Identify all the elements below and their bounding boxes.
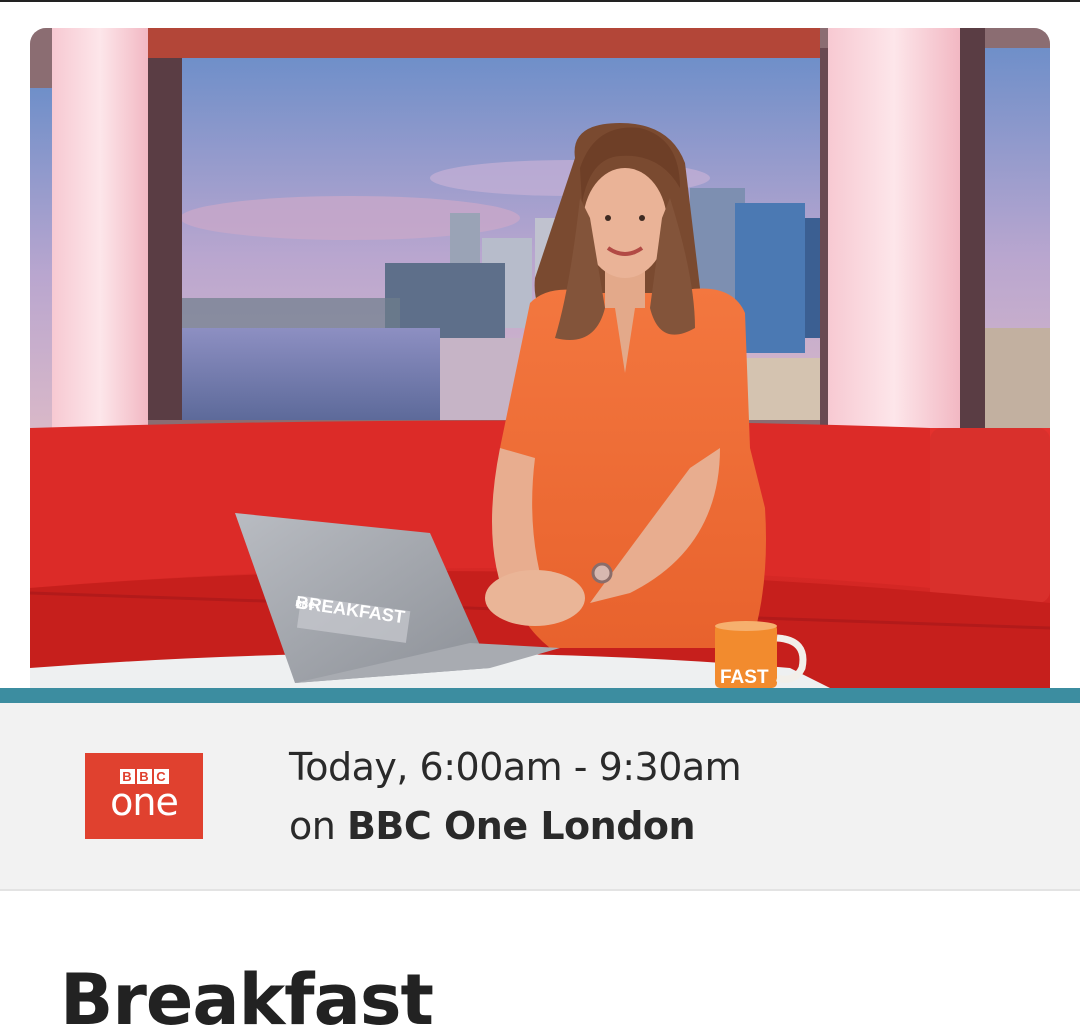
programme-title: Breakfast [60,959,434,1032]
programme-hero-image: BBC BREAKFAST FAST [30,28,1050,688]
logo-channel-word: one [110,780,179,824]
broadcast-info-strip: B B C one Today, 6:00am - 9:30am on BBC … [0,703,1080,891]
programme-page: BBC BREAKFAST FAST B B C one Today, 6:00… [0,0,1080,1032]
studio-pillar-left [52,28,148,428]
studio-pillar-right [828,28,960,438]
accent-divider [0,688,1080,703]
broadcast-schedule: Today, 6:00am - 9:30am on BBC One London [289,741,742,859]
bbc-one-logo: B B C one [85,753,203,839]
mug-label: FAST [720,667,769,688]
channel-name-link[interactable]: BBC One London [347,804,696,848]
top-divider [0,0,1080,2]
channel-prefix: on [289,804,336,848]
broadcast-time: Today, 6:00am - 9:30am [289,745,742,789]
broadcast-channel-line: on BBC One London [289,793,741,859]
